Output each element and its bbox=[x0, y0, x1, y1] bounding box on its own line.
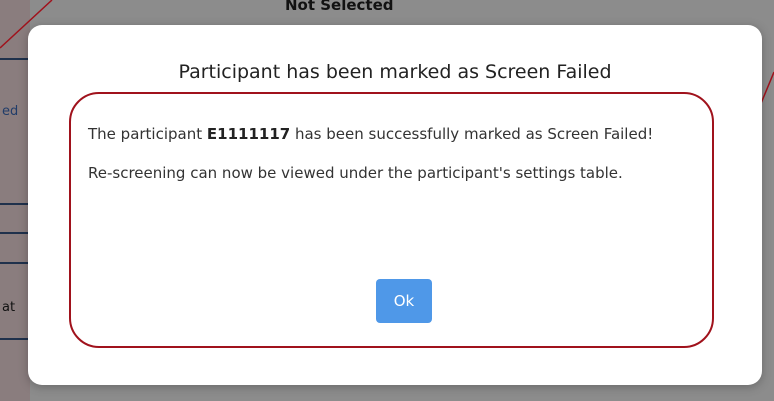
participant-id: E1111117 bbox=[206, 125, 291, 143]
message-prefix: The participant bbox=[88, 125, 207, 143]
modal-title: Participant has been marked as Screen Fa… bbox=[178, 61, 612, 83]
ok-button[interactable]: Ok bbox=[376, 279, 432, 323]
message-suffix: has been successfully marked as Screen F… bbox=[290, 125, 654, 143]
screen-failed-modal: Participant has been marked as Screen Fa… bbox=[28, 25, 762, 385]
success-message: The participant E1111117 has been succes… bbox=[88, 122, 718, 147]
rescreen-message: Re-screening can now be viewed under the… bbox=[88, 164, 623, 182]
modal-body: The participant E1111117 has been succes… bbox=[88, 122, 718, 200]
